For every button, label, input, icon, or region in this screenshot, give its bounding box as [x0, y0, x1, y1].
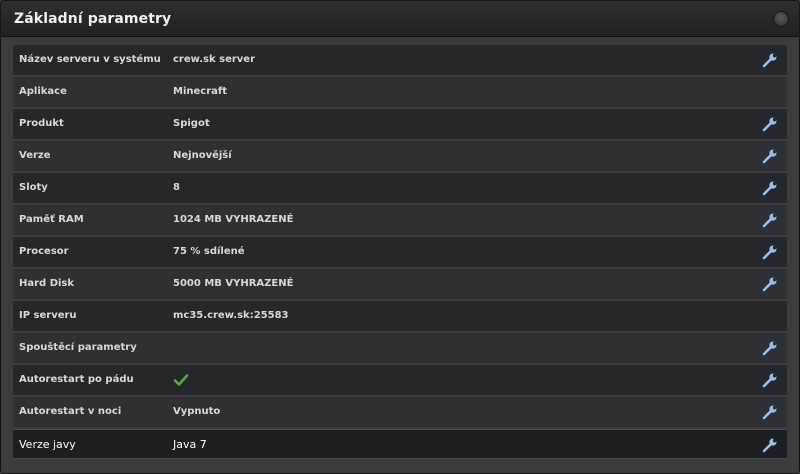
basic-parameters-panel: Základní parametry Název serveru v systé… — [0, 0, 800, 474]
row-label: Spouštěcí parametry — [19, 342, 137, 353]
wrench-icon[interactable] — [761, 51, 779, 69]
wrench-icon[interactable] — [761, 371, 779, 389]
table-row: Aplikace Minecraft — [13, 77, 787, 107]
table-row: Hard Disk 5000 MB VYHRAZENÉ — [13, 269, 787, 299]
table-row: Procesor 75 % sdílené — [13, 237, 787, 267]
wrench-icon[interactable] — [761, 243, 779, 261]
check-icon — [173, 372, 189, 388]
row-label: Verze javy — [19, 438, 76, 451]
row-value: 75 % sdílené — [173, 246, 245, 257]
row-label: Autorestart po pádu — [19, 374, 134, 385]
wrench-icon[interactable] — [761, 211, 779, 229]
wrench-icon[interactable] — [761, 275, 779, 293]
row-value: Spigot — [173, 118, 210, 129]
panel-header: Základní parametry — [1, 1, 799, 37]
table-row: IP serveru mc35.crew.sk:25583 — [13, 301, 787, 331]
row-label: Autorestart v noci — [19, 406, 122, 417]
wrench-icon[interactable] — [761, 115, 779, 133]
row-label: Procesor — [19, 246, 69, 257]
wrench-icon[interactable] — [761, 339, 779, 357]
table-row: Autorestart v noci Vypnuto — [13, 397, 787, 427]
table-row: Spouštěcí parametry — [13, 333, 787, 363]
table-row: Paměť RAM 1024 MB VYHRAZENÉ — [13, 205, 787, 235]
row-value: Java 7 — [173, 438, 207, 451]
row-label: Hard Disk — [19, 278, 75, 289]
wrench-icon[interactable] — [761, 436, 779, 454]
table-row: Název serveru v systému crew.sk server — [13, 45, 787, 75]
wrench-icon[interactable] — [761, 403, 779, 421]
panel-title: Základní parametry — [14, 11, 172, 27]
table-row: Produkt Spigot — [13, 109, 787, 139]
table-row: Sloty 8 — [13, 173, 787, 203]
table-row: Verze Nejnovější — [13, 141, 787, 171]
wrench-icon[interactable] — [761, 179, 779, 197]
row-label: Verze — [19, 150, 51, 161]
row-value: Vypnuto — [173, 406, 221, 417]
row-label: Název serveru v systému — [19, 54, 161, 65]
row-value: crew.sk server — [173, 54, 256, 65]
row-label: Paměť RAM — [19, 214, 84, 225]
row-label: Aplikace — [19, 86, 67, 97]
table-row: Autorestart po pádu — [13, 365, 787, 395]
row-value: mc35.crew.sk:25583 — [173, 310, 289, 321]
row-value: 1024 MB VYHRAZENÉ — [173, 214, 294, 225]
row-label: Produkt — [19, 118, 64, 129]
collapse-toggle-icon[interactable] — [773, 11, 789, 27]
row-value: 8 — [173, 182, 180, 193]
parameters-table: Název serveru v systému crew.sk server A… — [13, 45, 787, 461]
row-value: Nejnovější — [173, 150, 232, 161]
row-label: IP serveru — [19, 310, 77, 321]
row-label: Sloty — [19, 182, 48, 193]
wrench-icon[interactable] — [761, 147, 779, 165]
row-value: Minecraft — [173, 86, 228, 97]
table-row-selected: Verze javy Java 7 — [13, 429, 787, 459]
row-value: 5000 MB VYHRAZENÉ — [173, 278, 294, 289]
